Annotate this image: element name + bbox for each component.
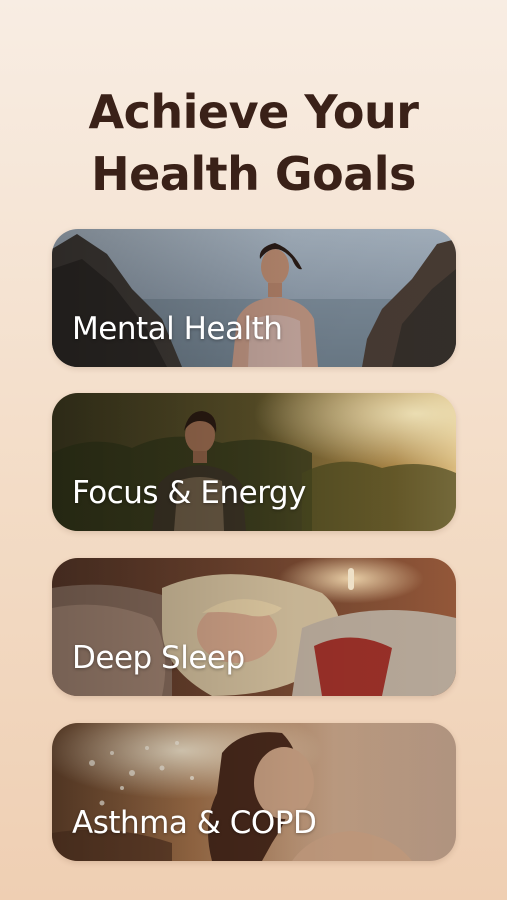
- page-title: Achieve Your Health Goals: [0, 81, 507, 205]
- goal-label-focus-energy: Focus & Energy: [72, 475, 306, 511]
- goal-card-deep-sleep[interactable]: Deep Sleep: [52, 558, 456, 696]
- goal-label-deep-sleep: Deep Sleep: [72, 640, 245, 676]
- page-title-line-2: Health Goals: [91, 146, 416, 201]
- goal-label-asthma-copd: Asthma & COPD: [72, 805, 317, 841]
- goal-label-mental-health: Mental Health: [72, 311, 283, 347]
- goal-card-mental-health[interactable]: Mental Health: [52, 229, 456, 367]
- goal-card-focus-energy[interactable]: Focus & Energy: [52, 393, 456, 531]
- page-title-line-1: Achieve Your: [88, 84, 419, 139]
- goal-card-asthma-copd[interactable]: Asthma & COPD: [52, 723, 456, 861]
